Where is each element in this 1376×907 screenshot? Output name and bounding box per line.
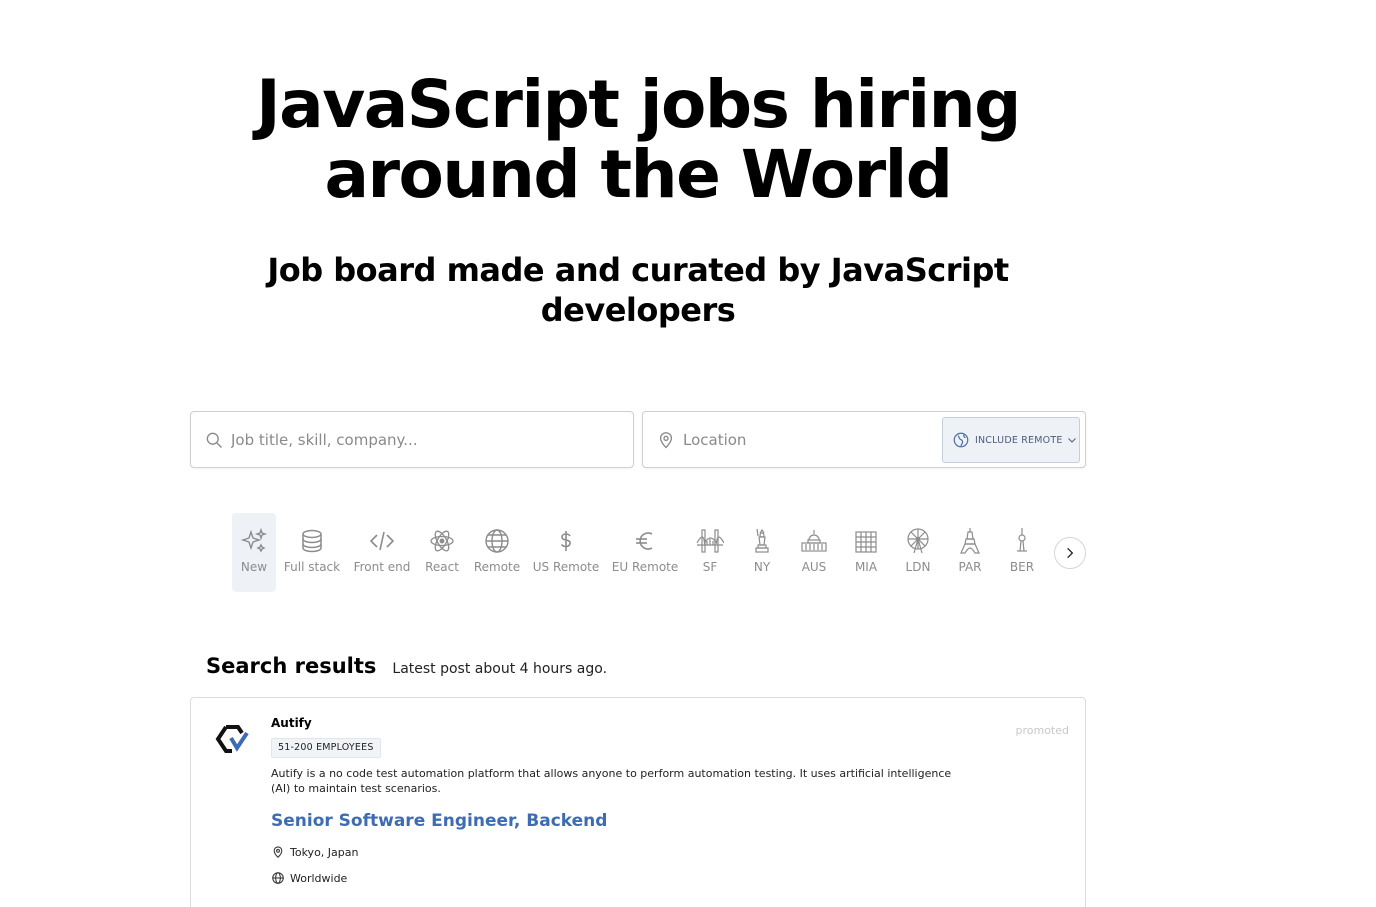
- category-mia[interactable]: MIA: [846, 513, 886, 592]
- category-ny[interactable]: NY: [744, 513, 780, 592]
- globe-icon: [485, 529, 509, 553]
- statue-of-liberty-icon: [755, 528, 769, 553]
- company-name[interactable]: Autify: [271, 716, 312, 730]
- london-eye-icon: [907, 528, 929, 554]
- chevron-down-icon: [1067, 438, 1076, 443]
- category-next-button[interactable]: [1054, 537, 1086, 569]
- job-location-text: Tokyo, Japan: [290, 845, 359, 859]
- chevron-right-icon: [1067, 547, 1074, 559]
- category-sf[interactable]: SF: [690, 513, 730, 592]
- eiffel-tower-icon: [960, 528, 980, 554]
- category-label: BER: [1009, 560, 1035, 574]
- company-logo: [215, 725, 249, 753]
- job-card[interactable]: Autify 51-200 EMPLOYEES promoted Autify …: [190, 697, 1086, 907]
- job-title-link[interactable]: Senior Software Engineer, Backend: [271, 811, 607, 831]
- category-label: Full stack: [283, 560, 341, 574]
- company-size-badge: 51-200 EMPLOYEES: [271, 738, 381, 758]
- keyword-search-input[interactable]: [231, 412, 633, 467]
- company-description: Autify is a no code test automation plat…: [271, 767, 952, 795]
- building-icon: [855, 531, 877, 553]
- search-icon: [206, 432, 222, 448]
- capitol-icon: [801, 530, 827, 552]
- category-us-remote[interactable]: US Remote: [533, 513, 599, 592]
- include-remote-label: INCLUDE REMOTE: [975, 434, 1063, 446]
- category-label: AUS: [801, 560, 827, 574]
- keyword-search-box: [190, 411, 634, 468]
- category-react[interactable]: React: [424, 513, 460, 592]
- category-label: Front end: [353, 560, 411, 574]
- include-remote-dropdown[interactable]: INCLUDE REMOTE: [942, 417, 1080, 463]
- category-aus[interactable]: AUS: [794, 513, 834, 592]
- category-remote[interactable]: Remote: [474, 513, 520, 592]
- dollar-icon: [560, 531, 571, 551]
- hero-subtitle: Job board made and curated by JavaScript…: [267, 251, 1009, 329]
- globe-icon: [953, 432, 969, 448]
- code-icon: [369, 531, 395, 551]
- results-title: Search results: [206, 654, 377, 678]
- sparkles-icon: [240, 527, 268, 553]
- job-remote-text: Worldwide: [290, 871, 348, 885]
- category-label: LDN: [905, 560, 931, 574]
- promoted-label: promoted: [1015, 724, 1069, 737]
- category-label: Remote: [473, 560, 521, 574]
- location-pin-icon: [273, 846, 283, 858]
- category-label: EU Remote: [611, 560, 679, 574]
- location-search-box: INCLUDE REMOTE: [642, 411, 1086, 468]
- category-ber[interactable]: BER: [1002, 513, 1042, 592]
- category-label: US Remote: [532, 560, 600, 574]
- database-icon: [302, 529, 322, 553]
- euro-icon: [636, 532, 653, 550]
- category-label: MIA: [854, 560, 878, 574]
- category-label: NY: [753, 560, 771, 574]
- category-par[interactable]: PAR: [950, 513, 990, 592]
- category-full-stack[interactable]: Full stack: [283, 513, 341, 592]
- job-remote: Worldwide: [271, 871, 347, 885]
- job-location: Tokyo, Japan: [271, 845, 358, 859]
- category-new[interactable]: New: [232, 513, 276, 592]
- category-ldn[interactable]: LDN: [898, 513, 938, 592]
- results-header: Search results Latest post about 4 hours…: [206, 654, 607, 678]
- tv-tower-icon: [1017, 528, 1027, 552]
- category-label: New: [240, 560, 268, 574]
- location-pin-icon: [659, 431, 673, 448]
- results-latest-post: Latest post about 4 hours ago.: [392, 661, 608, 677]
- globe-icon: [272, 872, 284, 884]
- category-eu-remote[interactable]: EU Remote: [611, 513, 679, 592]
- atom-icon: [430, 530, 454, 552]
- category-label: React: [425, 560, 459, 574]
- category-front-end[interactable]: Front end: [354, 513, 410, 592]
- golden-gate-icon: [696, 529, 724, 553]
- category-label: SF: [702, 560, 718, 574]
- category-label: PAR: [958, 560, 982, 574]
- hero-title: JavaScript jobs hiring around the World: [256, 66, 1021, 213]
